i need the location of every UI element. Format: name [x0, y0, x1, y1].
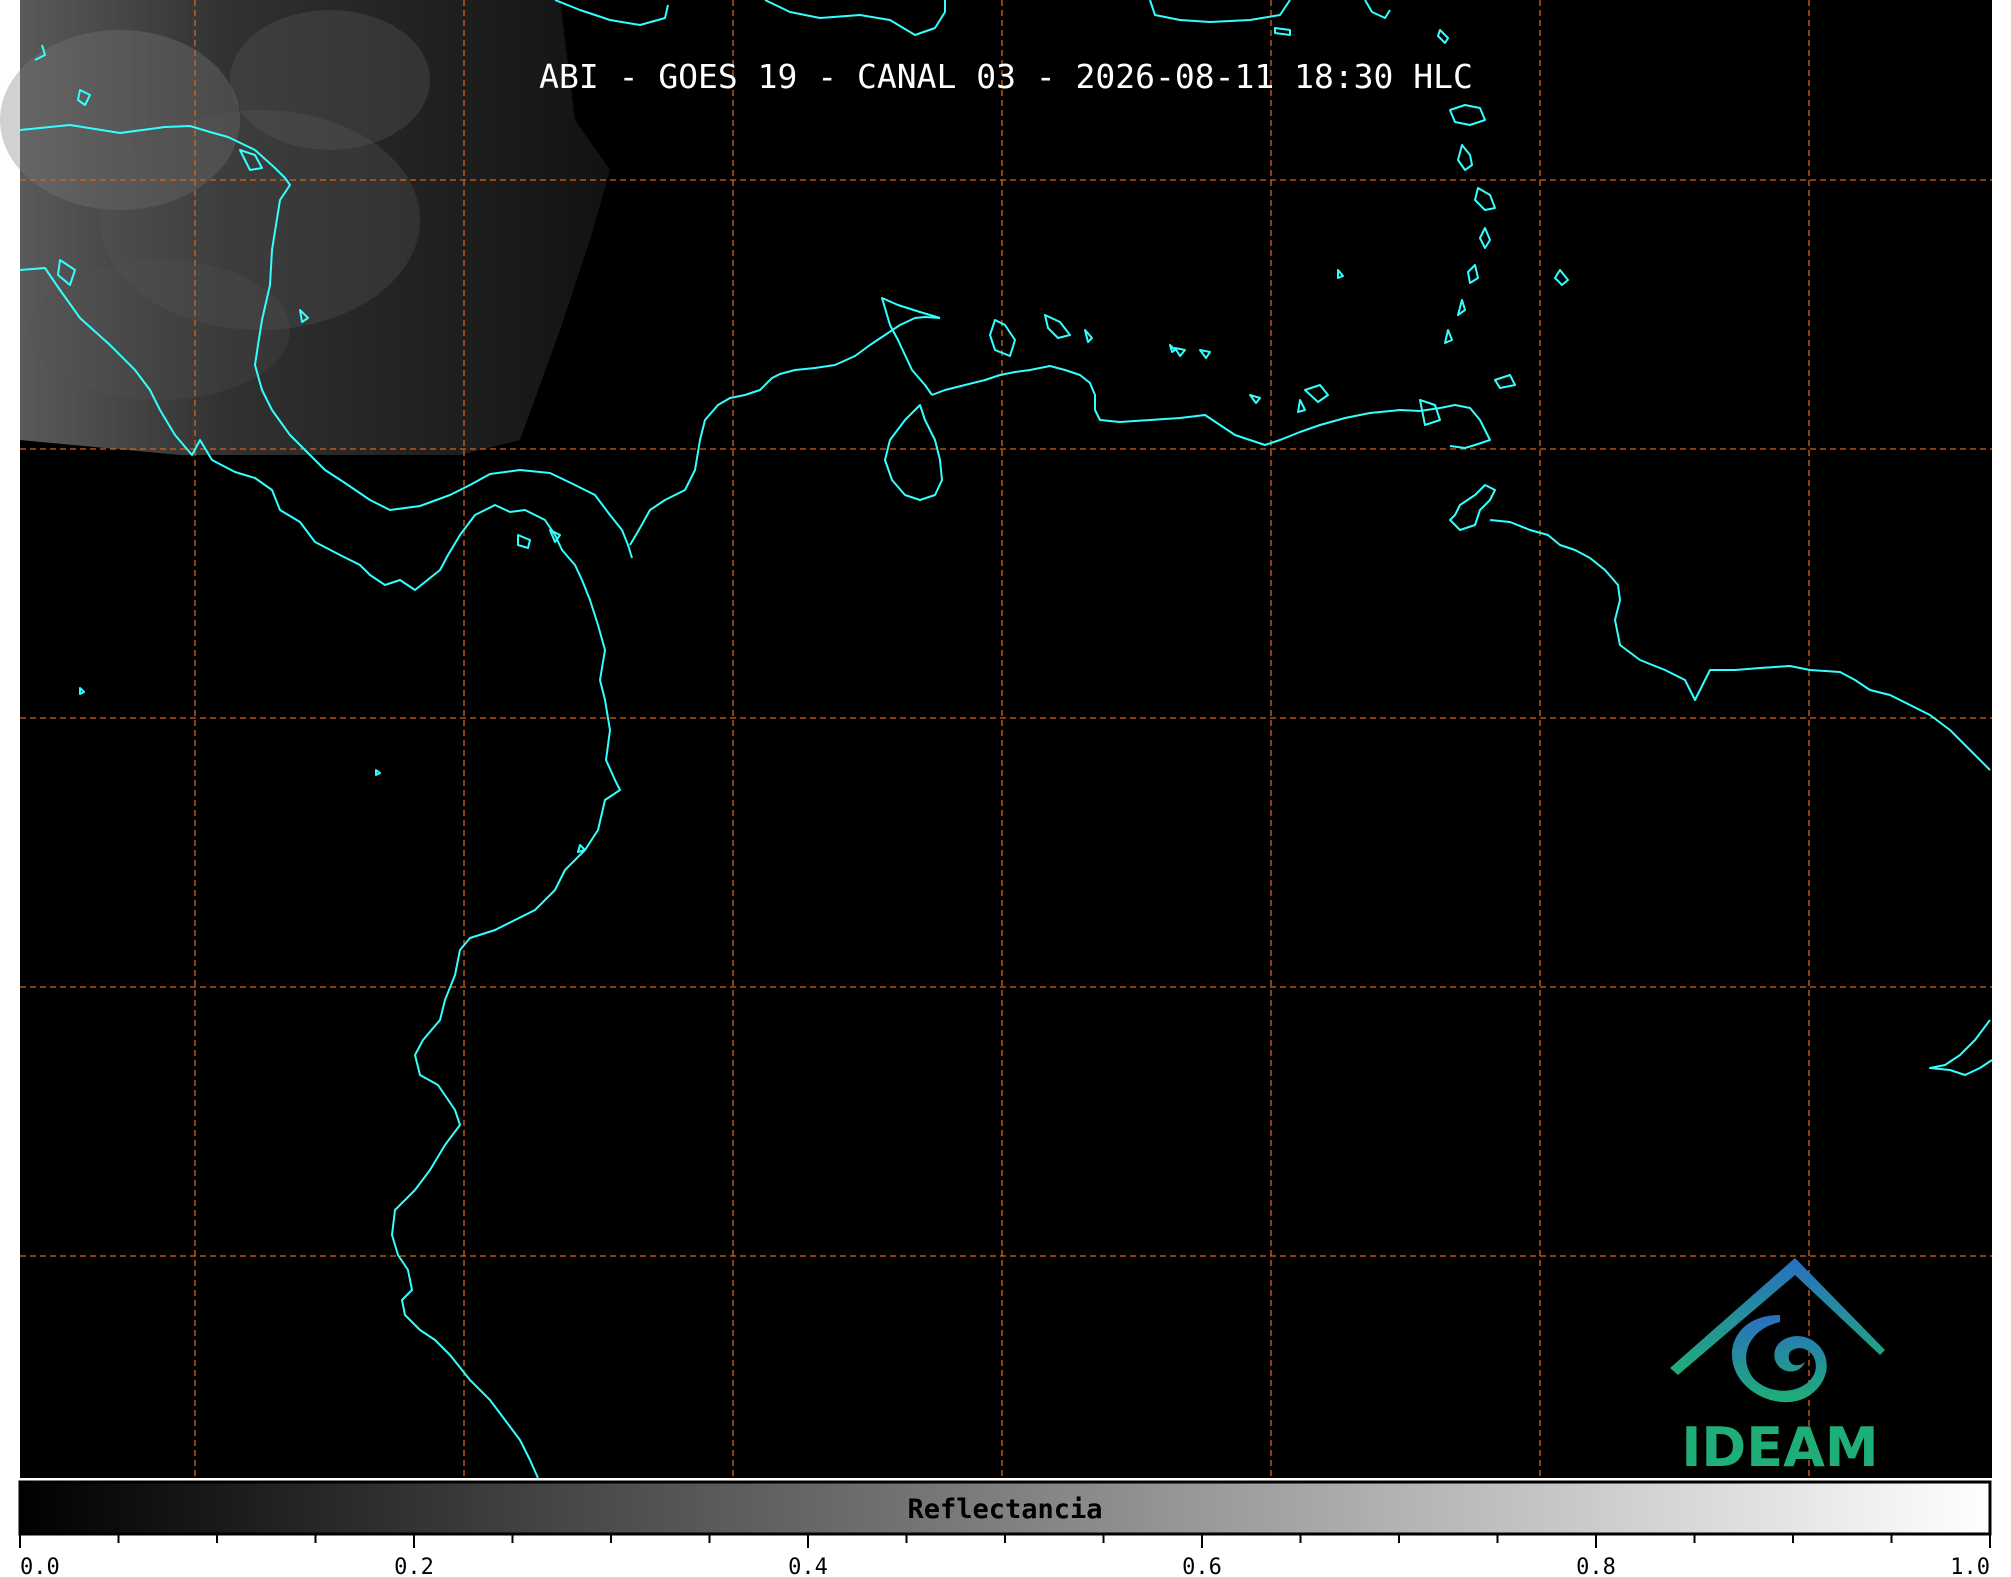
colorbar-tick-labels: 0.0 0.2 0.4 0.6 0.8 1.0 [20, 1555, 1990, 1577]
colorbar-label: Reflectancia [907, 1494, 1102, 1525]
colorbar-tick-label: 0.6 [1182, 1555, 1222, 1577]
colorbar-tick-label: 0.0 [20, 1555, 60, 1577]
cloud-imagery [0, 0, 610, 455]
colorbar-tick-label: 0.2 [394, 1555, 434, 1577]
colorbar-tick-label: 0.4 [788, 1555, 828, 1577]
colorbar: Reflectancia 0.0 0.2 0.4 0.6 0.8 1.0 [18, 1480, 1992, 1577]
colorbar-ticks [19, 1534, 1991, 1548]
map-title: ABI - GOES 19 - CANAL 03 - 2026-08-11 18… [539, 57, 1473, 96]
satellite-map: ABI - GOES 19 - CANAL 03 - 2026-08-11 18… [0, 0, 1993, 1577]
logo-text: IDEAM [1681, 1416, 1878, 1479]
colorbar-tick-label: 0.8 [1576, 1555, 1616, 1577]
colorbar-tick-label: 1.0 [1950, 1555, 1990, 1577]
